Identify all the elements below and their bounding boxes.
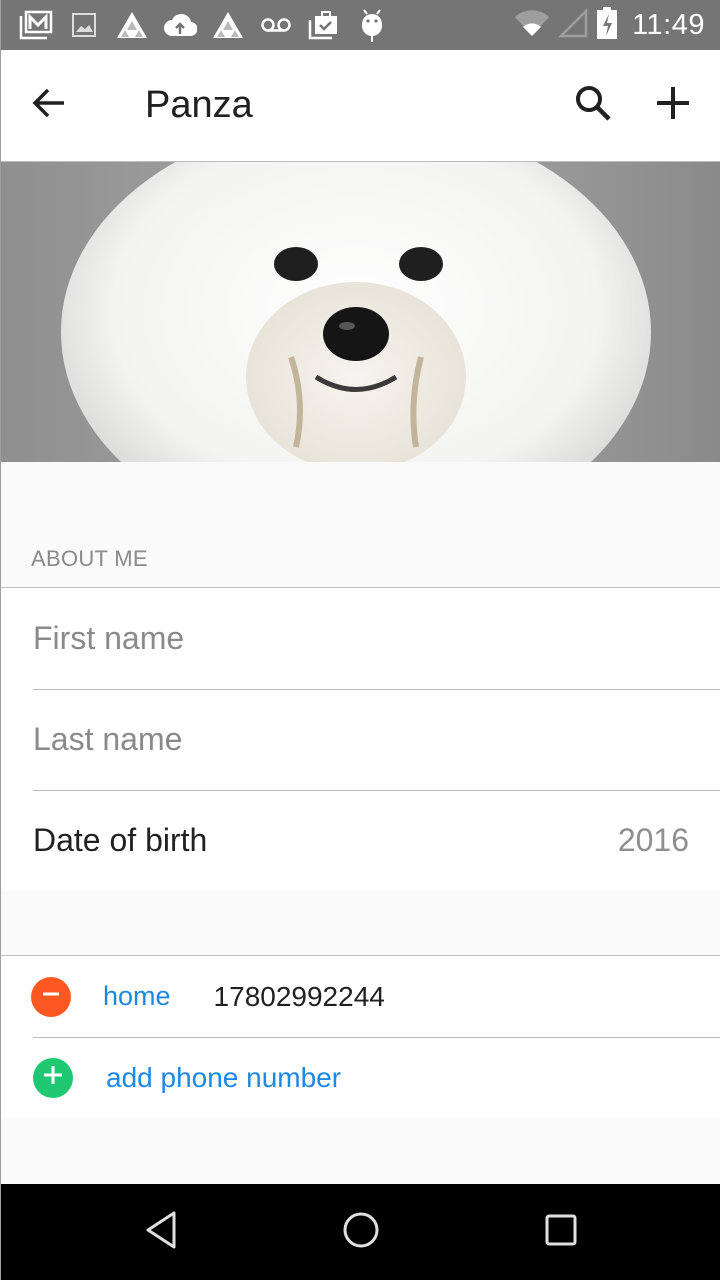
add-button[interactable]: [645, 78, 701, 134]
first-name-placeholder: First name: [33, 620, 185, 656]
android-debug-icon: [355, 9, 389, 42]
bottom-spacer: [1, 1118, 720, 1184]
search-icon: [573, 83, 613, 128]
system-icons: 11:49: [514, 6, 720, 45]
gallery-icon: [67, 10, 101, 40]
battery-charging-icon: [596, 6, 618, 45]
add-phone-button[interactable]: [33, 1057, 73, 1098]
voicemail-icon: [259, 10, 293, 40]
about-me-fields: First name Last name Date of birth 2016: [1, 588, 720, 892]
back-button[interactable]: [21, 78, 77, 134]
plus-icon: [42, 1064, 64, 1091]
home-circle-icon: [342, 1211, 380, 1254]
nav-home-button[interactable]: [336, 1207, 386, 1257]
app-triangle-icon: [115, 10, 149, 40]
last-name-placeholder: Last name: [33, 721, 183, 757]
recents-square-icon: [544, 1213, 578, 1252]
nav-back-button[interactable]: [136, 1207, 186, 1257]
date-of-birth-value[interactable]: 2016: [618, 822, 689, 859]
contact-photo[interactable]: [1, 162, 720, 462]
app-triangle-icon: [211, 10, 245, 40]
system-nav-bar: [1, 1184, 720, 1280]
nav-recents-button[interactable]: [536, 1207, 586, 1257]
date-of-birth-label: Date of birth: [33, 822, 208, 858]
status-bar: 11:49: [1, 0, 720, 50]
screen: 11:49 Panza ABOUT ME First name Last nam…: [0, 0, 720, 1280]
date-of-birth-row[interactable]: Date of birth 2016: [1, 790, 720, 891]
search-button[interactable]: [565, 78, 621, 134]
add-phone-label[interactable]: add phone number: [106, 1062, 341, 1094]
wifi-icon: [514, 9, 550, 42]
app-bar: Panza: [1, 50, 720, 162]
section-spacer: [1, 891, 720, 956]
back-triangle-icon: [143, 1210, 179, 1255]
page-title: Panza: [145, 84, 253, 126]
cloud-upload-icon: [163, 10, 197, 40]
minus-icon: [41, 984, 61, 1009]
dog-photo-image: [1, 162, 720, 462]
remove-phone-button[interactable]: [31, 976, 71, 1017]
section-title: ABOUT ME: [31, 546, 148, 571]
phone-numbers-section: home 17802992244 add phone number: [1, 956, 720, 1119]
about-me-section-header: ABOUT ME: [1, 462, 720, 588]
add-icon: [655, 85, 691, 126]
clock-time: 11:49: [632, 8, 705, 41]
phone-entry: home 17802992244: [1, 956, 720, 1037]
gmail-icon: [19, 10, 53, 40]
app-bar-actions: [565, 78, 701, 134]
last-name-field[interactable]: Last name: [1, 689, 720, 790]
phone-number-field[interactable]: 17802992244: [214, 981, 385, 1013]
phone-type-selector[interactable]: home: [103, 981, 171, 1012]
clipboard-check-icon: [307, 10, 341, 40]
notification-icons: [1, 9, 389, 42]
first-name-field[interactable]: First name: [1, 588, 720, 689]
cell-signal-icon: [558, 7, 588, 43]
add-phone-row[interactable]: add phone number: [1, 1037, 720, 1118]
arrow-back-icon: [31, 85, 67, 126]
